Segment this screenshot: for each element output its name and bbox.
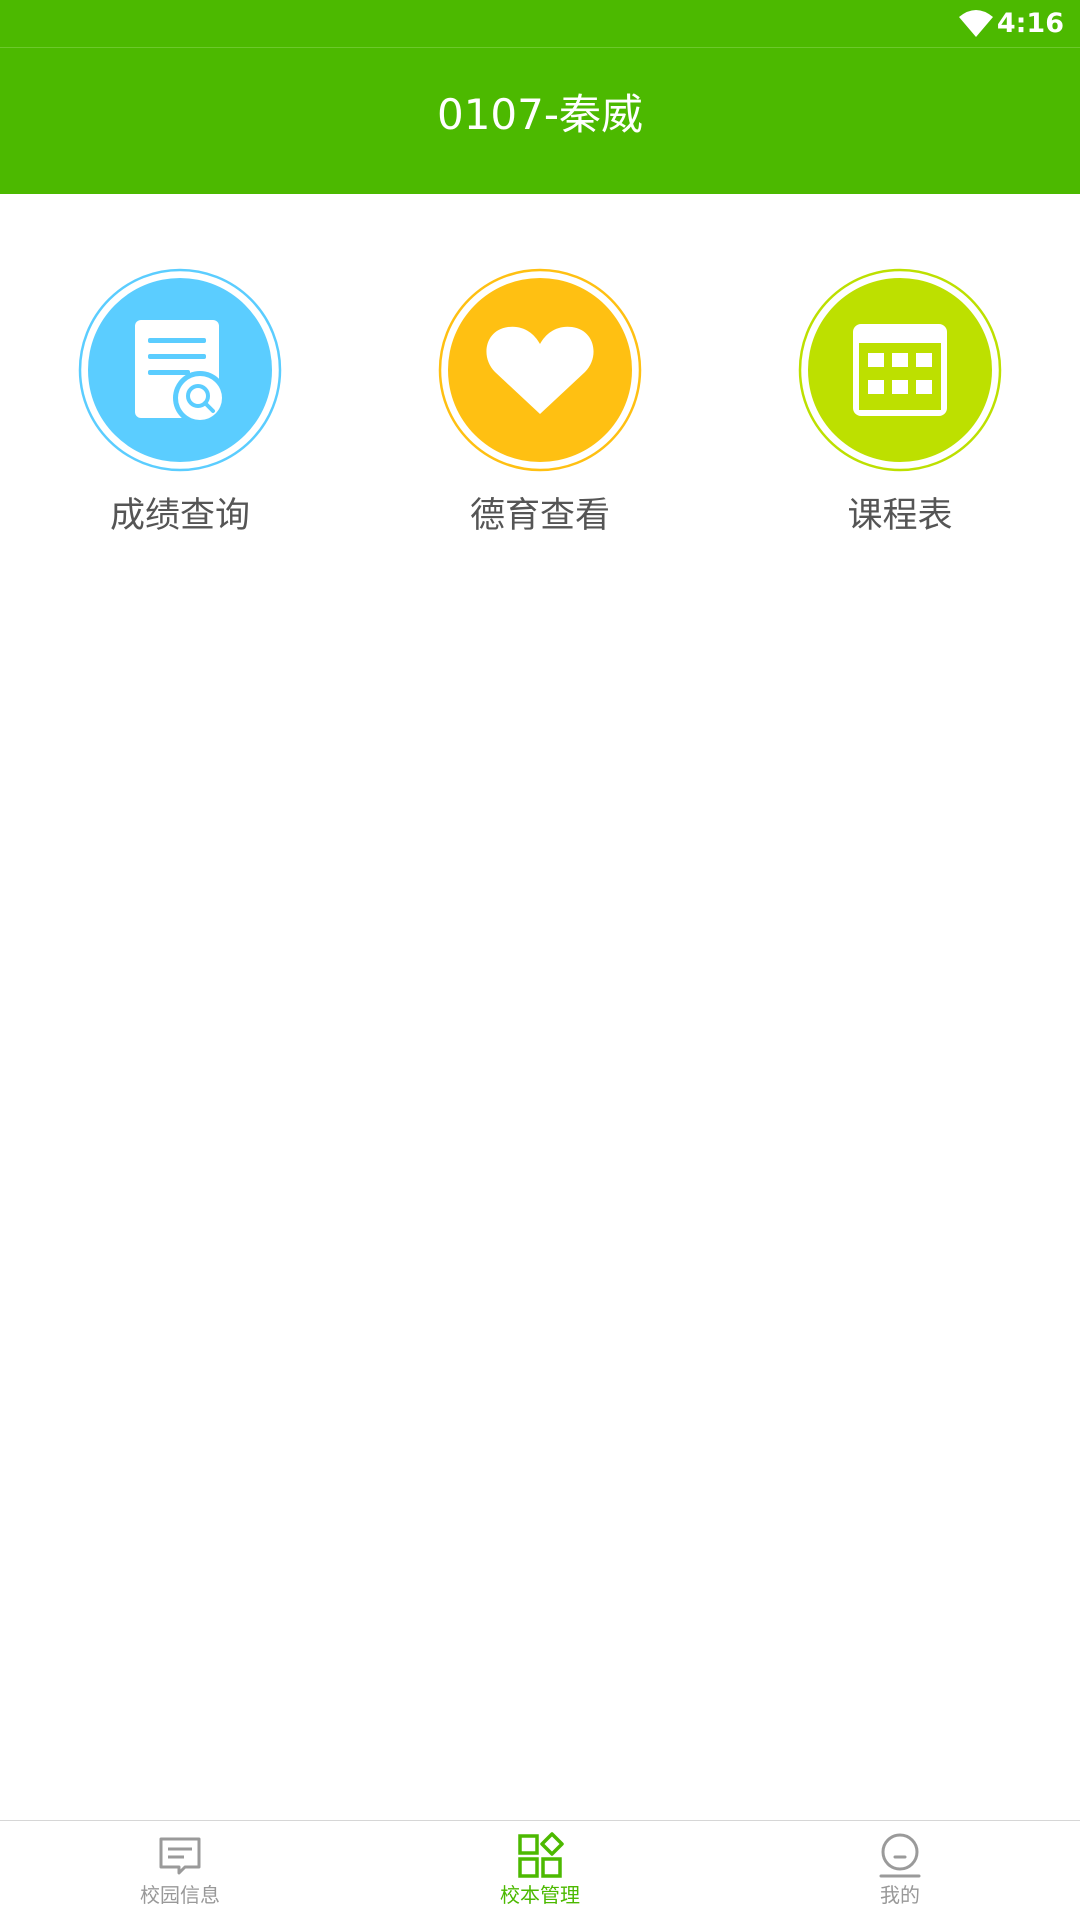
- calendar-grid-icon: [798, 268, 1002, 472]
- nav-label-campus-info: 校园信息: [140, 1883, 220, 1907]
- status-bar: 4:16: [0, 0, 1080, 48]
- heart-icon: [438, 268, 642, 472]
- score-query-tile[interactable]: 成绩查询: [0, 268, 360, 548]
- nav-label-mine: 我的: [880, 1883, 920, 1907]
- page-title: 0107-秦威: [436, 90, 644, 139]
- status-time: 4:16: [996, 8, 1064, 39]
- app-bar: 0107-秦威: [0, 48, 1080, 194]
- screen: 4:16 0107-秦威 成绩查询 德育查看 课程表 校园信息 校本管理 我的: [0, 0, 1080, 1920]
- nav-item-school-management[interactable]: 校本管理: [360, 1821, 720, 1920]
- score-query-label: 成绩查询: [109, 496, 250, 536]
- nav-item-mine[interactable]: 我的: [720, 1821, 1080, 1920]
- schedule-label: 课程表: [847, 496, 953, 536]
- wifi-icon: [959, 10, 993, 37]
- nav-label-school-management: 校本管理: [500, 1883, 580, 1907]
- message-icon: [159, 1837, 201, 1875]
- document-search-icon: [78, 268, 282, 472]
- nav-item-campus-info[interactable]: 校园信息: [0, 1821, 360, 1920]
- apps-icon: [518, 1832, 564, 1878]
- moral-education-tile[interactable]: 德育查看: [360, 268, 720, 548]
- profile-icon: [879, 1833, 921, 1878]
- schedule-tile[interactable]: 课程表: [720, 268, 1080, 548]
- bottom-navigation: 校园信息 校本管理 我的: [0, 1820, 1080, 1920]
- moral-education-label: 德育查看: [469, 496, 610, 536]
